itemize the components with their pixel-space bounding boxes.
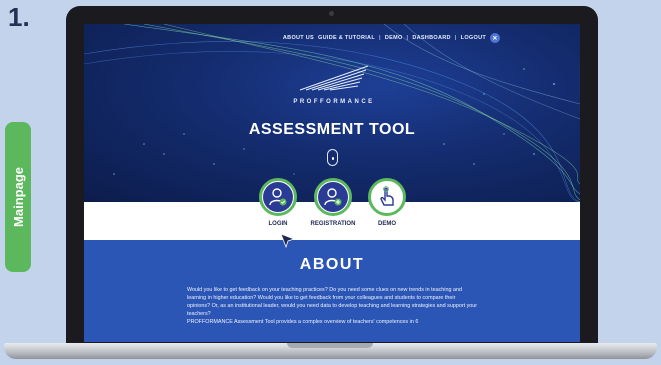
scroll-down-icon[interactable] bbox=[327, 149, 338, 166]
login-button-circle[interactable] bbox=[259, 178, 297, 216]
nav-guide-tutorial[interactable]: GUIDE & TUTORIAL bbox=[318, 35, 375, 41]
nav-demo[interactable]: DEMO bbox=[385, 35, 403, 41]
user-check-icon bbox=[269, 188, 287, 206]
nav-separator: | bbox=[406, 35, 409, 41]
top-navigation: ABOUT US GUIDE & TUTORIAL | DEMO | DASHB… bbox=[283, 33, 500, 43]
page-title: ASSESSMENT TOOL bbox=[248, 121, 416, 138]
user-menu-icon[interactable]: ✕ bbox=[490, 33, 500, 43]
hero-section: ABOUT US GUIDE & TUTORIAL | DEMO | DASHB… bbox=[84, 24, 580, 202]
step-number: 1. bbox=[8, 2, 30, 32]
registration-action[interactable]: REGISTRATION bbox=[302, 178, 364, 227]
about-heading: ABOUT bbox=[299, 256, 365, 273]
nav-separator: | bbox=[378, 35, 381, 41]
nav-separator: | bbox=[454, 35, 457, 41]
about-paragraph: PROFFORMANCE Assessment Tool provides a … bbox=[187, 319, 419, 325]
about-paragraph: Would you like to get feedback on your t… bbox=[187, 287, 478, 317]
website-screen: ABOUT US GUIDE & TUTORIAL | DEMO | DASHB… bbox=[84, 24, 580, 342]
login-label[interactable]: LOGIN bbox=[247, 221, 309, 227]
hand-pointer-icon bbox=[380, 186, 394, 206]
nav-logout[interactable]: LOGOUT bbox=[461, 35, 486, 41]
registration-label[interactable]: REGISTRATION bbox=[302, 221, 364, 227]
background-waves bbox=[84, 24, 580, 202]
nav-about-us[interactable]: ABOUT US bbox=[283, 35, 314, 41]
registration-button-circle[interactable] bbox=[314, 178, 352, 216]
laptop-base bbox=[4, 343, 657, 359]
user-add-icon bbox=[324, 188, 342, 206]
mainpage-side-tab[interactable]: Mainpage bbox=[5, 122, 31, 272]
nav-dashboard[interactable]: DASHBOARD bbox=[412, 35, 450, 41]
demo-action[interactable]: DEMO bbox=[356, 178, 418, 227]
laptop-frame: ABOUT US GUIDE & TUTORIAL | DEMO | DASHB… bbox=[66, 6, 598, 349]
demo-button-circle[interactable] bbox=[368, 178, 406, 216]
about-description: Would you like to get feedback on your t… bbox=[187, 286, 479, 326]
brand-name: PROFFORMANCE bbox=[293, 99, 375, 105]
mouse-cursor-icon bbox=[280, 233, 296, 249]
profformance-logo-icon bbox=[299, 65, 369, 91]
demo-label[interactable]: DEMO bbox=[356, 221, 418, 227]
laptop-notch bbox=[287, 343, 373, 348]
camera-dot bbox=[329, 11, 334, 16]
side-tab-label: Mainpage bbox=[10, 167, 26, 227]
login-action[interactable]: LOGIN bbox=[247, 178, 309, 227]
